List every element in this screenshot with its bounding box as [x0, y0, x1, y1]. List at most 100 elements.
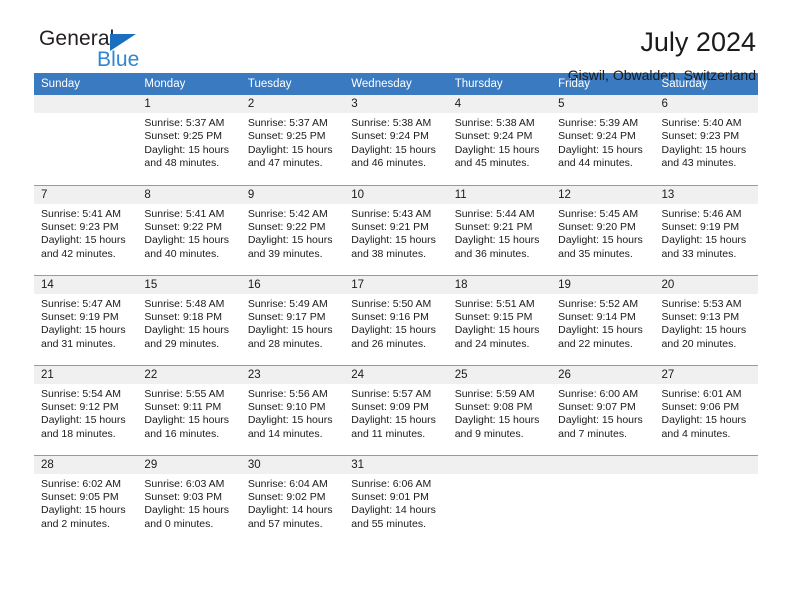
day-cell-details: Sunrise: 5:37 AM Sunset: 9:25 PM Daylight:…	[241, 113, 344, 171]
calendar-day-cell[interactable]: 11 Sunrise: 5:44 AM Sunset: 9:21 PM Dayligh…	[447, 184, 552, 275]
sunset-text: Sunset: 9:21 PM	[454, 220, 533, 233]
calendar-day-cell[interactable]: 2 Sunrise: 5:37 AM Sunset: 9:25 PM Daylight…	[240, 95, 345, 185]
calendar-day-cell[interactable]: 18 Sunrise: 5:51 AM Sunset: 9:15 PM Dayligh…	[447, 274, 552, 365]
day-cell-details: Sunrise: 5:46 AM Sunset: 9:19 PM Daylight:…	[655, 204, 758, 262]
calendar-week-row: 14 Sunrise: 5:47 AM Sunset: 9:19 PM Dayligh…	[34, 274, 758, 365]
daylight-text: Daylight: 15 hours and 40 minutes.	[144, 234, 230, 260]
daylight-text: Daylight: 15 hours and 4 minutes.	[661, 414, 747, 440]
day-cell-inner	[34, 95, 138, 184]
day-cell-inner: 11 Sunrise: 5:44 AM Sunset: 9:21 PM Dayligh…	[447, 185, 552, 275]
day-cell-details: Sunrise: 6:04 AM Sunset: 9:02 PM Daylight:…	[241, 474, 344, 532]
sunrise-text: Sunrise: 5:45 AM	[558, 207, 639, 220]
sunset-text: Sunset: 9:09 PM	[351, 400, 429, 413]
weekday-header-thursday: Thursday	[447, 73, 552, 95]
calendar-empty-cell	[654, 454, 758, 545]
sunrise-text: Sunrise: 5:37 AM	[144, 117, 225, 129]
day-cell-details: Sunrise: 5:43 AM Sunset: 9:21 PM Daylight:…	[344, 204, 447, 262]
calendar-day-cell[interactable]: 7 Sunrise: 5:41 AM Sunset: 9:23 PM Daylight…	[34, 184, 138, 275]
calendar-day-cell[interactable]: 24 Sunrise: 5:57 AM Sunset: 9:09 PM Dayligh…	[344, 364, 448, 455]
sunset-text: Sunset: 9:15 PM	[454, 310, 533, 323]
day-cell-details: Sunrise: 5:42 AM Sunset: 9:22 PM Daylight:…	[241, 204, 344, 262]
day-cell-details: Sunrise: 6:00 AM Sunset: 9:07 PM Daylight:…	[551, 384, 654, 442]
calendar-day-cell[interactable]: 25 Sunrise: 5:59 AM Sunset: 9:08 PM Dayligh…	[447, 364, 552, 455]
calendar-day-cell[interactable]: 17 Sunrise: 5:50 AM Sunset: 9:16 PM Dayligh…	[344, 274, 448, 365]
sunset-text: Sunset: 9:13 PM	[661, 310, 740, 323]
calendar-day-cell[interactable]: 16 Sunrise: 5:49 AM Sunset: 9:17 PM Dayligh…	[240, 274, 345, 365]
calendar-day-cell[interactable]: 29 Sunrise: 6:03 AM Sunset: 9:03 PM Dayligh…	[137, 454, 241, 545]
daylight-text: Daylight: 15 hours and 11 minutes.	[351, 414, 436, 440]
calendar-day-cell[interactable]: 1 Sunrise: 5:37 AM Sunset: 9:25 PM Daylight…	[137, 95, 241, 185]
general-blue-logo[interactable]: General Blue	[34, 27, 239, 83]
day-cell-details: Sunrise: 5:56 AM Sunset: 9:10 PM Daylight:…	[241, 384, 344, 442]
day-cell-details: Sunrise: 5:48 AM Sunset: 9:18 PM Daylight:…	[137, 294, 240, 352]
calendar-day-cell[interactable]: 14 Sunrise: 5:47 AM Sunset: 9:19 PM Dayligh…	[34, 274, 138, 365]
calendar-day-cell[interactable]: 4 Sunrise: 5:38 AM Sunset: 9:24 PM Daylight…	[447, 95, 552, 185]
sunrise-text: Sunrise: 5:43 AM	[351, 207, 432, 220]
calendar-day-cell[interactable]: 6 Sunrise: 5:40 AM Sunset: 9:23 PM Daylight…	[654, 95, 758, 185]
calendar-day-cell[interactable]: 19 Sunrise: 5:52 AM Sunset: 9:14 PM Dayligh…	[551, 274, 655, 365]
calendar-day-cell[interactable]: 13 Sunrise: 5:46 AM Sunset: 9:19 PM Dayligh…	[654, 184, 758, 275]
daylight-text: Daylight: 15 hours and 45 minutes.	[454, 143, 540, 170]
sunset-text: Sunset: 9:05 PM	[41, 490, 119, 503]
daylight-text: Daylight: 14 hours and 57 minutes.	[247, 504, 333, 530]
calendar-day-cell[interactable]: 5 Sunrise: 5:39 AM Sunset: 9:24 PM Daylight…	[551, 95, 655, 185]
sunrise-text: Sunrise: 5:38 AM	[351, 117, 432, 129]
calendar-day-cell[interactable]: 27 Sunrise: 6:01 AM Sunset: 9:06 PM Dayligh…	[654, 364, 758, 455]
day-number: 13	[654, 185, 758, 204]
calendar-day-cell[interactable]: 31 Sunrise: 6:06 AM Sunset: 9:01 PM Dayligh…	[344, 454, 448, 545]
sunset-text: Sunset: 9:19 PM	[661, 220, 740, 233]
day-cell-inner: 15 Sunrise: 5:48 AM Sunset: 9:18 PM Dayligh…	[137, 275, 241, 365]
calendar-day-cell[interactable]: 12 Sunrise: 5:45 AM Sunset: 9:20 PM Dayligh…	[551, 184, 655, 275]
day-cell-inner: 28 Sunrise: 6:02 AM Sunset: 9:05 PM Dayligh…	[34, 455, 138, 545]
page-title: July 2024	[640, 27, 756, 57]
calendar-day-cell[interactable]: 26 Sunrise: 6:00 AM Sunset: 9:07 PM Dayligh…	[551, 364, 655, 455]
calendar-day-cell[interactable]: 3 Sunrise: 5:38 AM Sunset: 9:24 PM Daylight…	[344, 95, 448, 185]
calendar-day-cell[interactable]: 22 Sunrise: 5:55 AM Sunset: 9:11 PM Dayligh…	[137, 364, 241, 455]
daylight-text: Daylight: 15 hours and 38 minutes.	[351, 234, 436, 260]
calendar-day-cell[interactable]: 10 Sunrise: 5:43 AM Sunset: 9:21 PM Dayligh…	[344, 184, 448, 275]
sunrise-text: Sunrise: 6:01 AM	[661, 387, 742, 400]
day-number: 27	[654, 365, 758, 384]
daylight-text: Daylight: 15 hours and 33 minutes.	[661, 234, 747, 260]
calendar-day-cell[interactable]: 21 Sunrise: 5:54 AM Sunset: 9:12 PM Dayligh…	[34, 364, 138, 455]
day-number: 16	[240, 275, 345, 294]
daylight-text: Daylight: 15 hours and 44 minutes.	[558, 143, 643, 170]
daylight-text: Daylight: 15 hours and 42 minutes.	[41, 234, 126, 260]
day-number: 23	[240, 365, 345, 384]
calendar-day-cell[interactable]: 28 Sunrise: 6:02 AM Sunset: 9:05 PM Dayligh…	[34, 454, 138, 545]
day-cell-details: Sunrise: 5:53 AM Sunset: 9:13 PM Daylight:…	[655, 294, 758, 352]
calendar-day-cell[interactable]: 8 Sunrise: 5:41 AM Sunset: 9:22 PM Daylight…	[137, 184, 241, 275]
day-cell-inner: 14 Sunrise: 5:47 AM Sunset: 9:19 PM Dayligh…	[34, 275, 138, 365]
daylight-text: Daylight: 15 hours and 46 minutes.	[351, 143, 436, 170]
day-number: 2	[240, 95, 345, 113]
sunrise-text: Sunrise: 5:39 AM	[558, 117, 639, 129]
sunset-text: Sunset: 9:24 PM	[454, 130, 533, 143]
sunset-text: Sunset: 9:19 PM	[41, 310, 119, 323]
day-cell-details: Sunrise: 6:06 AM Sunset: 9:01 PM Daylight:…	[344, 474, 447, 532]
calendar-day-cell[interactable]: 30 Sunrise: 6:04 AM Sunset: 9:02 PM Dayligh…	[240, 454, 345, 545]
day-cell-inner	[551, 455, 655, 545]
sunset-text: Sunset: 9:23 PM	[41, 220, 119, 233]
daylight-text: Daylight: 15 hours and 26 minutes.	[351, 324, 436, 350]
sunset-text: Sunset: 9:22 PM	[144, 220, 223, 233]
sunrise-text: Sunrise: 5:49 AM	[247, 297, 328, 310]
daylight-text: Daylight: 15 hours and 24 minutes.	[454, 324, 540, 350]
calendar-day-cell[interactable]: 23 Sunrise: 5:56 AM Sunset: 9:10 PM Dayligh…	[240, 364, 345, 455]
daylight-text: Daylight: 15 hours and 43 minutes.	[661, 143, 747, 170]
daylight-text: Daylight: 15 hours and 16 minutes.	[144, 414, 230, 440]
day-cell-inner: 23 Sunrise: 5:56 AM Sunset: 9:10 PM Dayligh…	[240, 365, 345, 455]
sunrise-text: Sunrise: 5:37 AM	[247, 117, 328, 129]
day-cell-details: Sunrise: 5:59 AM Sunset: 9:08 PM Daylight:…	[448, 384, 551, 442]
day-number: 18	[447, 275, 552, 294]
daylight-text: Daylight: 15 hours and 31 minutes.	[41, 324, 126, 350]
day-cell-inner: 4 Sunrise: 5:38 AM Sunset: 9:24 PM Daylight…	[447, 95, 552, 184]
sunset-text: Sunset: 9:02 PM	[247, 490, 326, 503]
calendar-week-row: 7 Sunrise: 5:41 AM Sunset: 9:23 PM Daylight…	[34, 184, 758, 275]
day-cell-inner: 10 Sunrise: 5:43 AM Sunset: 9:21 PM Dayligh…	[344, 185, 448, 275]
day-cell-details: Sunrise: 5:47 AM Sunset: 9:19 PM Daylight:…	[34, 294, 137, 352]
sunset-text: Sunset: 9:23 PM	[661, 130, 740, 143]
calendar-day-cell[interactable]: 20 Sunrise: 5:53 AM Sunset: 9:13 PM Dayligh…	[654, 274, 758, 365]
sunrise-text: Sunrise: 6:04 AM	[247, 477, 328, 490]
calendar-day-cell[interactable]: 9 Sunrise: 5:42 AM Sunset: 9:22 PM Daylight…	[240, 184, 345, 275]
calendar-day-cell[interactable]: 15 Sunrise: 5:48 AM Sunset: 9:18 PM Dayligh…	[137, 274, 241, 365]
